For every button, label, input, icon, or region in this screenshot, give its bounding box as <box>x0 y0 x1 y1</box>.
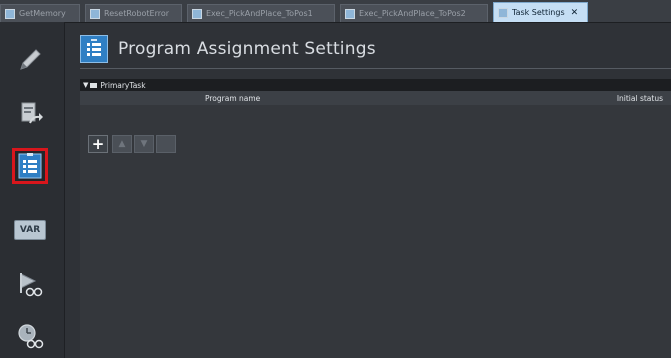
task-group-header[interactable]: ▼ PrimaryTask <box>80 79 671 91</box>
sidebar-item-program-assignment[interactable] <box>12 148 48 184</box>
tab-label: Exec_PickAndPlace_ToPos1 <box>206 9 313 18</box>
close-icon[interactable]: ✕ <box>571 8 579 18</box>
tab-label: Task Settings <box>512 8 565 17</box>
pencil-icon <box>20 49 41 70</box>
folder-icon <box>90 82 98 88</box>
app-window: GetMemory ResetRobotError Exec_PickAndPl… <box>0 0 671 358</box>
move-up-button[interactable]: ▲ <box>112 135 132 153</box>
tab-task-settings[interactable]: Task Settings ✕ <box>493 2 588 22</box>
document-arrow-icon <box>21 102 43 124</box>
tab-getmemory[interactable]: GetMemory <box>0 4 80 22</box>
tab-label: Exec_PickAndPlace_ToPos2 <box>359 9 466 18</box>
column-header-program-name[interactable]: Program name <box>205 94 260 103</box>
sidebar-item-edit[interactable] <box>12 42 48 78</box>
sidebar-item-task-timing[interactable] <box>12 318 48 354</box>
page-header: Program Assignment Settings <box>80 34 376 64</box>
program-icon <box>192 8 202 19</box>
page-title: Program Assignment Settings <box>118 39 376 59</box>
sidebar-item-task-monitor[interactable] <box>12 266 48 302</box>
sidebar-item-io-map[interactable] <box>12 96 48 132</box>
column-headers: Program name Initial status <box>80 91 671 105</box>
tab-exec-pickandplace-topos2[interactable]: Exec_PickAndPlace_ToPos2 <box>340 4 488 22</box>
sidebar: VAR <box>0 22 65 358</box>
task-panel: ▼ PrimaryTask Program name Initial statu… <box>80 79 671 358</box>
column-header-initial-status[interactable]: Initial status <box>617 94 663 103</box>
list-icon <box>80 35 108 63</box>
tab-label: GetMemory <box>19 9 66 18</box>
program-icon <box>90 8 100 19</box>
var-icon: VAR <box>14 220 46 240</box>
list-icon <box>18 153 42 179</box>
tab-bar: GetMemory ResetRobotError Exec_PickAndPl… <box>0 0 671 23</box>
add-program-button[interactable]: + <box>88 135 108 153</box>
tab-resetroboterror[interactable]: ResetRobotError <box>85 4 182 22</box>
sidebar-item-variables[interactable]: VAR <box>12 212 48 248</box>
header-divider <box>80 68 671 69</box>
clock-glasses-icon <box>18 324 44 349</box>
program-toolbar: + ▲ ▼ <box>88 135 180 153</box>
delete-program-button[interactable] <box>156 135 176 153</box>
expand-arrow-icon[interactable]: ▼ <box>83 81 88 89</box>
tab-exec-pickandplace-topos1[interactable]: Exec_PickAndPlace_ToPos1 <box>187 4 335 22</box>
move-down-button[interactable]: ▼ <box>134 135 154 153</box>
program-icon <box>345 8 355 19</box>
program-icon <box>5 8 15 19</box>
flag-glasses-icon <box>20 273 43 297</box>
task-name: PrimaryTask <box>100 80 146 90</box>
tab-label: ResetRobotError <box>104 9 170 18</box>
settings-list-icon <box>498 7 508 18</box>
